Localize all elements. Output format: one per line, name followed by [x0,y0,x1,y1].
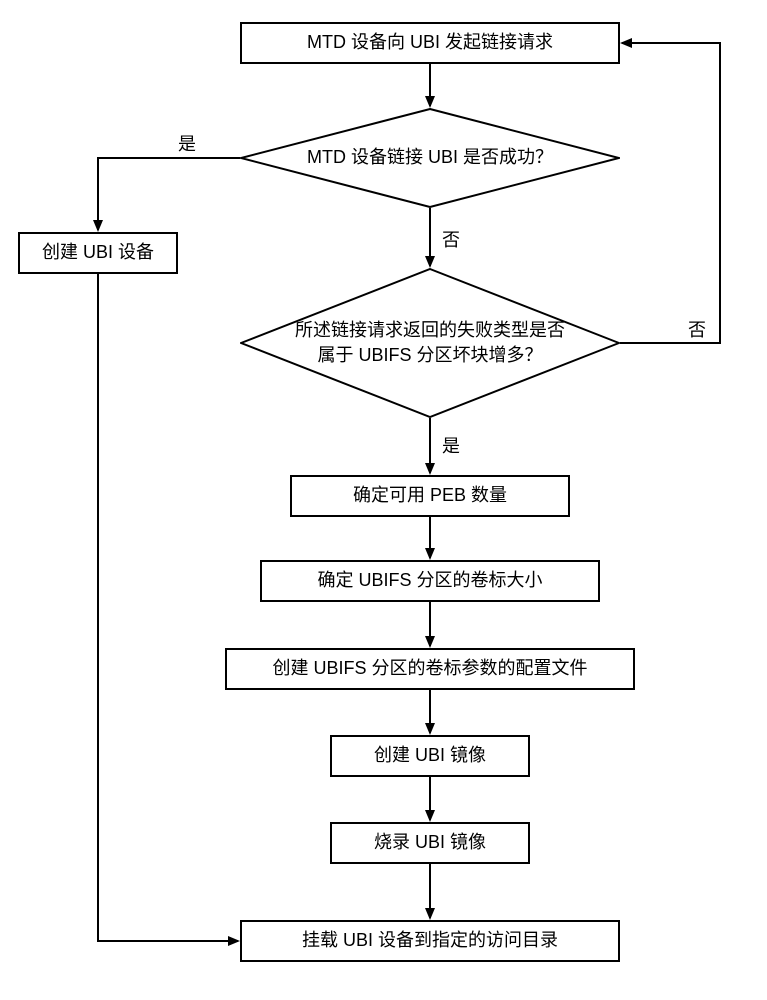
step-determine-peb: 确定可用 PEB 数量 [290,475,570,517]
decision-link-success: MTD 设备链接 UBI 是否成功？ [240,108,620,208]
step-label: 确定 UBIFS 分区的卷标大小 [317,568,542,593]
label-no-2: 否 [688,316,706,342]
step-label: 创建 UBIFS 分区的卷标参数的配置文件 [272,656,587,681]
decision-label: 所述链接请求返回的失败类型是否属于 UBIFS 分区坏块增多？ [290,318,570,368]
step-determine-volume-size: 确定 UBIFS 分区的卷标大小 [260,560,600,602]
step-label: 烧录 UBI 镜像 [374,830,486,855]
step-create-config: 创建 UBIFS 分区的卷标参数的配置文件 [225,648,635,690]
step-label: MTD 设备向 UBI 发起链接请求 [307,30,553,55]
decision-bad-block: 所述链接请求返回的失败类型是否属于 UBIFS 分区坏块增多？ [240,268,620,418]
step-burn-ubi-image: 烧录 UBI 镜像 [330,822,530,864]
step-mtd-request: MTD 设备向 UBI 发起链接请求 [240,22,620,64]
label-yes-2: 是 [442,432,460,458]
step-create-ubi-device: 创建 UBI 设备 [18,232,178,274]
label-no-1: 否 [442,226,460,252]
label-yes-1: 是 [178,130,196,156]
decision-label: MTD 设备链接 UBI 是否成功？ [307,145,553,170]
step-mount-ubi: 挂载 UBI 设备到指定的访问目录 [240,920,620,962]
step-label: 确定可用 PEB 数量 [353,483,507,508]
step-create-ubi-image: 创建 UBI 镜像 [330,735,530,777]
step-label: 挂载 UBI 设备到指定的访问目录 [302,928,558,953]
step-label: 创建 UBI 设备 [42,240,154,265]
ubifs-flowchart: MTD 设备向 UBI 发起链接请求 MTD 设备链接 UBI 是否成功？ 创建… [0,0,767,1000]
step-label: 创建 UBI 镜像 [374,743,486,768]
